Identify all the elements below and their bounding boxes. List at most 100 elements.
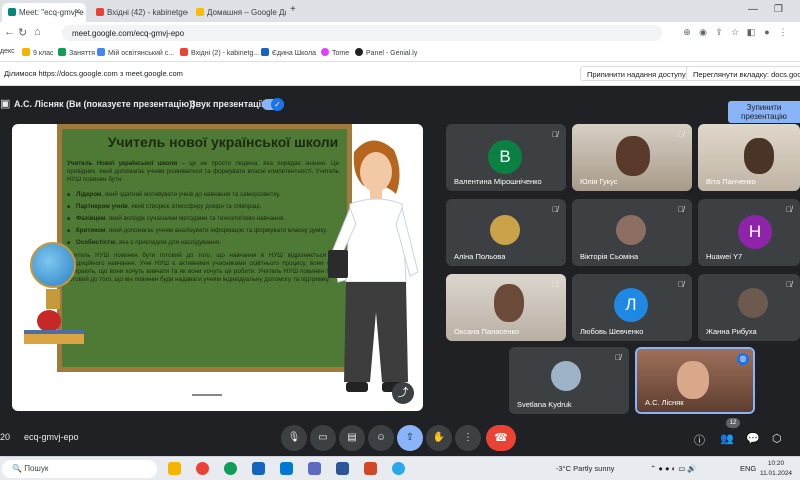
- reload-icon[interactable]: ↻: [18, 26, 27, 39]
- chrome-icon[interactable]: [196, 462, 209, 475]
- mic-icon: 🎙: [287, 432, 301, 443]
- store-icon[interactable]: [252, 462, 265, 475]
- tab-drive[interactable]: Домашня – Google Диск: [190, 3, 286, 22]
- more-options-button[interactable]: ⋮: [455, 425, 481, 451]
- tab-gmail[interactable]: Вхідні (42) - kabinetgeogr: [90, 3, 188, 22]
- leave-call-button[interactable]: ☎: [486, 425, 516, 451]
- bookmark-item[interactable]: Tome: [321, 48, 349, 57]
- tab-meet[interactable]: Meet: "ecq-gmvj-e ✕: [2, 3, 86, 22]
- word-icon[interactable]: [336, 462, 349, 475]
- bookmark-item[interactable]: Заняття: [58, 48, 95, 57]
- stop-presentation-button[interactable]: Зупинити презентацію: [728, 101, 800, 123]
- books-illustration: [24, 330, 84, 344]
- share-icon[interactable]: ⤴: [392, 382, 414, 404]
- share-notice-text: Ділимося https://docs.google.com з meet.…: [4, 69, 183, 78]
- raise-hand-button[interactable]: ✋: [426, 425, 452, 451]
- weather-widget[interactable]: -3°C Partly sunny: [556, 464, 614, 473]
- home-icon[interactable]: ⌂: [34, 26, 41, 38]
- participant-tile[interactable]: Віта Панченко: [698, 124, 800, 191]
- language-indicator[interactable]: ENG: [740, 464, 756, 473]
- close-tab-icon[interactable]: ✕: [74, 7, 81, 16]
- emoji-icon: ☺: [375, 432, 387, 443]
- people-icon[interactable]: 👥: [720, 432, 734, 445]
- file-explorer-icon[interactable]: [168, 462, 181, 475]
- participant-tile[interactable]: 🎙̸ Svetlana Kydruk: [509, 347, 629, 414]
- self-participant-tile[interactable]: ◍ А.С. Лісняк: [635, 347, 755, 414]
- slide-list-item: Особистістю, яка є прикладом для насліду…: [67, 239, 339, 247]
- participant-tile[interactable]: Л 🎙̸ Любовь Шевченко: [572, 274, 692, 341]
- emoji-button[interactable]: ☺: [368, 425, 394, 451]
- url-field[interactable]: meet.google.com/ecq-gmvj-epo: [62, 25, 662, 41]
- participant-name: Оксана Панасенко: [454, 327, 519, 336]
- slide-outro: Учитель НУШ повинен бути готовий до того…: [67, 251, 339, 284]
- mic-button[interactable]: 🎙: [281, 425, 307, 451]
- bookmark-item[interactable]: Вхідні (2) - kabinetg...: [180, 48, 259, 57]
- browser-tab-bar: Meet: "ecq-gmvj-e ✕ Вхідні (42) - kabine…: [0, 0, 800, 22]
- maximize-icon[interactable]: ❐: [774, 4, 783, 15]
- info-icon[interactable]: ⓘ: [694, 432, 705, 448]
- present-button[interactable]: ⇧: [397, 425, 423, 451]
- install-icon[interactable]: ⊕: [682, 27, 692, 37]
- more-vert-icon: ⋮: [463, 432, 473, 443]
- bookmark-item[interactable]: Єдина Школа: [261, 48, 316, 57]
- apple-illustration: [37, 310, 61, 332]
- activities-icon[interactable]: ⬡: [772, 432, 782, 445]
- taskbar-search[interactable]: 🔍 Пошук: [2, 460, 157, 478]
- participant-tile[interactable]: H 🎙̸ Huawei Y7: [698, 199, 800, 266]
- menu-icon[interactable]: ⋮: [778, 27, 788, 37]
- slide-position-indicator: [192, 394, 222, 396]
- check-icon: ✓: [271, 98, 284, 111]
- bookmark-item[interactable]: Мій освітянський с...: [97, 48, 174, 57]
- minimize-icon[interactable]: —: [748, 4, 758, 15]
- bookmark-item[interactable]: декс: [0, 48, 15, 55]
- tray-icons[interactable]: ⌃ ● ● ◐ ▭ 🔊: [650, 464, 697, 473]
- presentation-sound-toggle[interactable]: ✓: [262, 98, 284, 111]
- genially-icon: [355, 48, 363, 56]
- new-tab-icon[interactable]: +: [290, 4, 296, 15]
- presentation-bar: ▣ А.С. Лісняк (Ви (показуєте презентацію…: [0, 94, 800, 123]
- participant-photo: [490, 215, 520, 245]
- clock[interactable]: 10:20 11.01.2024: [760, 459, 792, 479]
- participant-tile[interactable]: В 🎙̸ Валентина Мірошніченко: [446, 124, 566, 191]
- participant-tile[interactable]: 🎙̸ Оксана Панасенко: [446, 274, 566, 341]
- hand-icon: ✋: [432, 432, 446, 443]
- view-tab-button[interactable]: Переглянути вкладку: docs.google.com: [686, 66, 800, 81]
- globe-illustration: [30, 242, 76, 288]
- camera-icon: ▭: [318, 432, 328, 443]
- bookmarks-bar: декс 9 клас Заняття Мій освітянський с..…: [0, 44, 800, 62]
- stop-sharing-button[interactable]: Припинити надання доступу: [580, 66, 693, 81]
- camera-icon[interactable]: ◉: [698, 27, 708, 37]
- slide-body: Учитель Нової української школи – це не …: [67, 160, 339, 290]
- participant-name: Валентина Мірошніченко: [454, 177, 542, 186]
- participant-tile[interactable]: 🎙̸ Жанна Рибуха: [698, 274, 800, 341]
- back-icon[interactable]: ←: [4, 26, 15, 38]
- bookmark-item[interactable]: 9 клас: [22, 48, 53, 57]
- edge-icon[interactable]: [224, 462, 237, 475]
- participant-tile[interactable]: 🎙̸ Аліна Польова: [446, 199, 566, 266]
- share-notice-bar: Ділимося https://docs.google.com з meet.…: [0, 62, 800, 86]
- bookmark-item[interactable]: Panel - Genial.ly: [355, 48, 417, 57]
- slide-list-item: Критиком, який допомагає учням аналізува…: [67, 227, 339, 235]
- participant-tile[interactable]: 🎙̸ Вікторія Сьоміна: [572, 199, 692, 266]
- captions-button[interactable]: ▤: [339, 425, 365, 451]
- meet-controls: 20 ecq-gmvj-epo 🎙 ▭ ▤ ☺ ⇧ ✋ ⋮ ☎ ⓘ 👥 12 💬…: [0, 418, 800, 456]
- participant-tile[interactable]: 🎙̸ Юлія Гукус: [572, 124, 692, 191]
- time-fragment: 20: [0, 432, 11, 442]
- telegram-icon[interactable]: [392, 462, 405, 475]
- share-icon[interactable]: ⇪: [714, 27, 724, 37]
- mail-icon[interactable]: [280, 462, 293, 475]
- avatar: H: [738, 215, 772, 249]
- extensions-icon[interactable]: ◧: [746, 27, 756, 37]
- captions-icon: ▤: [347, 432, 357, 443]
- participant-name: А.С. Лісняк: [645, 398, 684, 407]
- profile-icon[interactable]: ●: [762, 27, 772, 37]
- powerpoint-icon[interactable]: [364, 462, 377, 475]
- site-icon: [97, 48, 105, 56]
- gmail-favicon-icon: [96, 8, 104, 16]
- participant-name: Аліна Польова: [454, 252, 506, 261]
- chat-icon[interactable]: 💬: [746, 432, 760, 445]
- camera-button[interactable]: ▭: [310, 425, 336, 451]
- bookmark-icon[interactable]: ☆: [730, 27, 740, 37]
- mic-off-icon: 🎙̸: [678, 280, 684, 289]
- app-icon[interactable]: [308, 462, 321, 475]
